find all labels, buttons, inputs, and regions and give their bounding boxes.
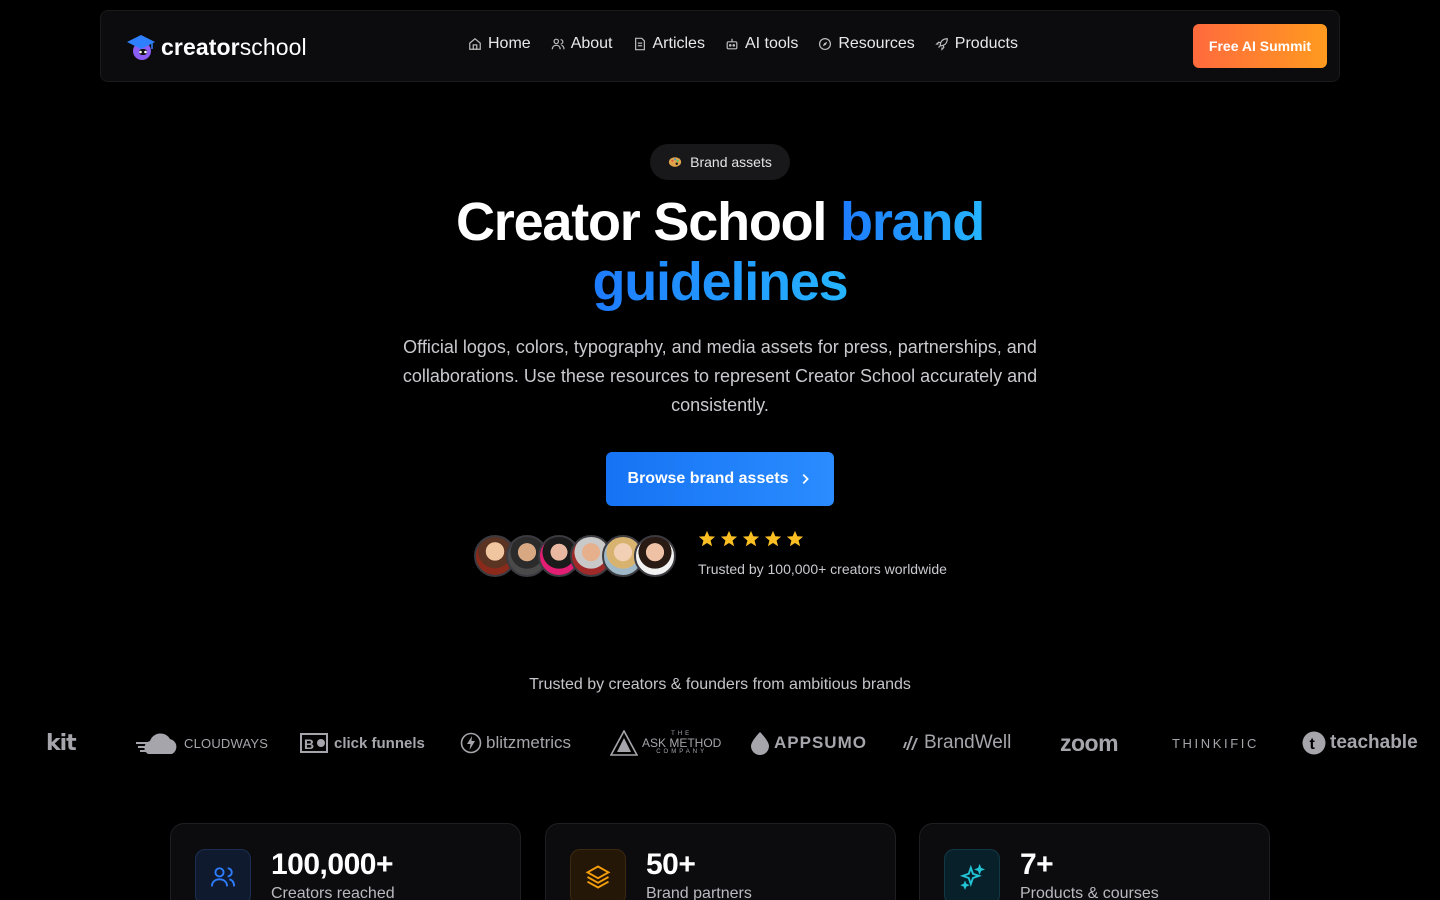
stat-value: 100,000+	[271, 848, 393, 881]
teachable-logo: t teachable	[1302, 725, 1418, 761]
star-icon	[764, 530, 782, 547]
browse-brand-assets-button[interactable]: Browse brand assets	[606, 452, 834, 506]
top-navbar: creatorschool Home About Articles AI too…	[100, 10, 1340, 82]
stat-value: 7+	[1020, 848, 1054, 881]
browse-brand-assets-label: Browse brand assets	[627, 470, 789, 487]
cloud-icon	[136, 733, 177, 754]
svg-text:t: t	[1310, 736, 1316, 753]
clickfunnels-mark-icon: B	[300, 733, 328, 753]
palette-icon	[669, 157, 682, 167]
stat-icon-box	[944, 849, 1000, 900]
home-icon	[469, 37, 481, 50]
nav-about[interactable]: About	[551, 35, 613, 53]
nav-about-label: About	[570, 35, 613, 52]
nav-resources-label: Resources	[838, 35, 915, 52]
nav-products-label: Products	[954, 35, 1018, 52]
nav-articles[interactable]: Articles	[633, 35, 705, 53]
users-icon	[551, 38, 565, 50]
logo-wordmark: creatorschool	[161, 33, 307, 60]
robot-icon	[726, 38, 738, 50]
rocket-icon	[935, 38, 948, 51]
teachable-t-icon: t	[1302, 731, 1326, 755]
five-star-rating	[698, 530, 804, 548]
stat-card-partners: 50+ Brand partners	[545, 823, 896, 900]
stat-label: Creators reached	[271, 885, 395, 900]
title-accent-part-2: guidelines	[592, 252, 848, 312]
zoom-logo: zoom	[1060, 729, 1119, 756]
brand-assets-badge: Brand assets	[650, 144, 790, 180]
chevron-right-icon	[803, 474, 810, 484]
lightning-circle-icon	[460, 732, 482, 754]
stat-icon-box	[570, 849, 626, 900]
cloudways-logo: CLOUDWAYS	[136, 725, 268, 761]
svg-text:B: B	[304, 736, 314, 752]
nav-ai-tools[interactable]: AI tools	[725, 35, 798, 53]
free-ai-summit-button[interactable]: Free AI Summit	[1193, 24, 1327, 68]
nav-products[interactable]: Products	[935, 35, 1018, 53]
document-icon	[634, 37, 645, 51]
stat-label: Brand partners	[646, 885, 752, 900]
star-icon	[720, 530, 738, 547]
stat-label: Products & courses	[1020, 885, 1159, 900]
nav-home-label: Home	[488, 35, 531, 52]
ask-method-logo: THE ASK METHOD COMPANY	[610, 725, 721, 761]
avatar	[634, 535, 676, 577]
nav-home[interactable]: Home	[468, 35, 531, 53]
pyramid-icon	[610, 730, 638, 756]
brandwell-mark-icon	[903, 736, 918, 750]
thinkific-logo: THINKIFIC	[1172, 735, 1259, 751]
star-icon	[698, 530, 716, 547]
title-white-part: Creator School	[455, 192, 841, 252]
kit-logo: kit	[46, 730, 77, 756]
brands-section-title: Trusted by creators & founders from ambi…	[529, 676, 911, 693]
hero-description: Official logos, colors, typography, and …	[402, 337, 1038, 415]
stat-value: 50+	[646, 848, 696, 881]
trust-text: Trusted by 100,000+ creators worldwide	[698, 561, 947, 577]
blitzmetrics-logo: blitzmetrics	[460, 725, 571, 761]
star-icon	[786, 530, 804, 547]
stat-card-creators: 100,000+ Creators reached	[170, 823, 521, 900]
stat-icon-box	[195, 849, 251, 900]
stat-card-products: 7+ Products & courses	[919, 823, 1270, 900]
creator-school-logo[interactable]: creatorschool	[125, 31, 307, 63]
creator-avatars	[474, 535, 676, 577]
brandwell-logo: BrandWell	[902, 725, 1011, 761]
title-accent-part-1: brand	[840, 192, 985, 252]
nav-ai-tools-label: AI tools	[744, 35, 799, 52]
main-menu: Home About Articles AI tools Resources P…	[468, 35, 1018, 53]
appsumo-logo: APPSUMO	[750, 725, 867, 761]
badge-label: Brand assets	[690, 154, 772, 170]
layers-icon	[585, 865, 611, 889]
nav-resources[interactable]: Resources	[818, 35, 915, 53]
nav-articles-label: Articles	[652, 35, 705, 52]
graduation-cap-logo-icon	[127, 35, 155, 60]
users-icon	[210, 867, 236, 887]
brand-logo-strip: kit CLOUDWAYS B click funnels blitzmetri…	[0, 725, 1440, 761]
clickfunnels-logo: B click funnels	[300, 725, 425, 761]
appsumo-drop-icon	[751, 732, 769, 755]
page-title: Creator School brand guidelines	[0, 192, 1440, 312]
sparkles-icon	[959, 863, 986, 890]
star-icon	[742, 530, 760, 547]
compass-icon	[819, 37, 832, 51]
